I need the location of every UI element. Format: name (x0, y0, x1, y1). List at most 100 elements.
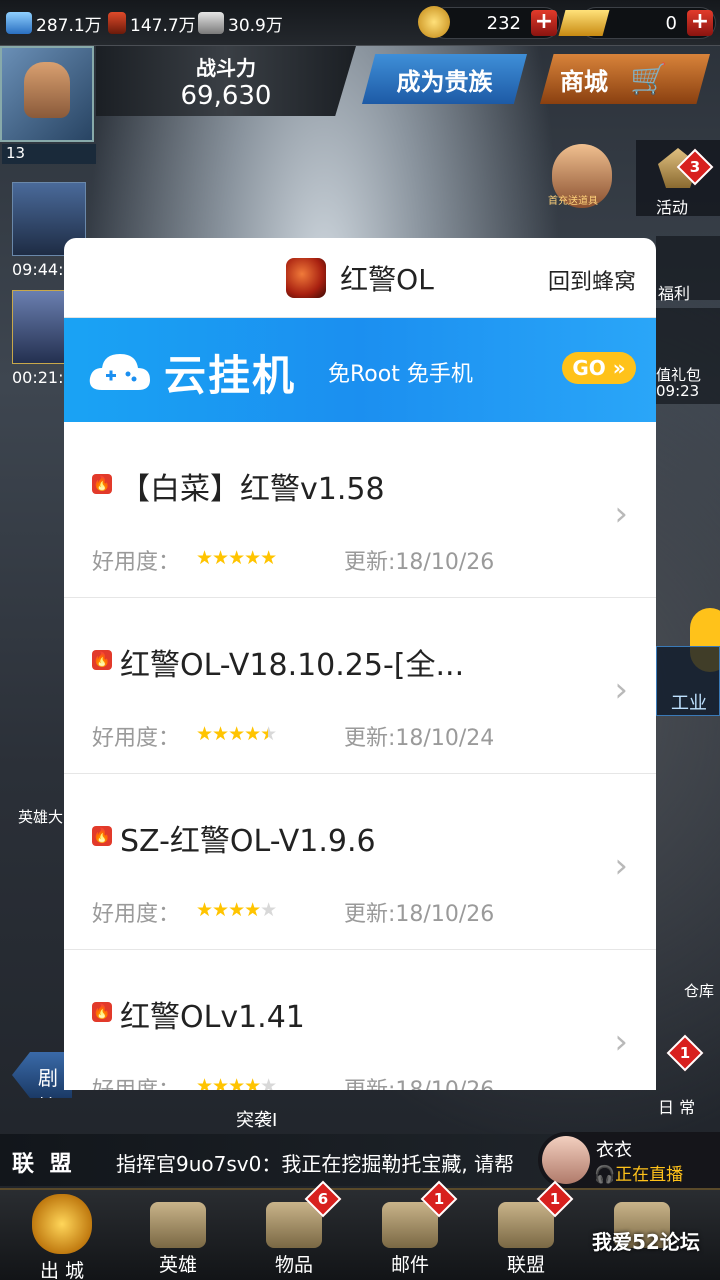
update-date: 更新:18/10/26 (344, 1072, 494, 1090)
hot-flame-icon: 🔥 (92, 650, 112, 670)
update-date: 更新:18/10/26 (344, 902, 495, 927)
become-noble-button[interactable]: 成为贵族 (362, 54, 527, 104)
back-to-hive-link[interactable]: 回到蜂窝 (548, 264, 636, 296)
level-bar: 13 (2, 144, 96, 164)
cart-icon: 🛒 (630, 61, 668, 97)
nav-item[interactable]: 联盟 1 (468, 1180, 584, 1280)
combat-power-panel: 战斗力 69,630 (96, 46, 356, 116)
steel-ingot-icon (198, 12, 224, 34)
oil-resource[interactable]: 147.7万 (108, 8, 196, 38)
rating-label: 好用度： (92, 902, 181, 927)
nav-item[interactable]: 邮件 1 (352, 1180, 468, 1280)
rating-stars: ★★★★★ (196, 547, 277, 569)
crystal-resource[interactable]: 287.1万 (6, 8, 102, 38)
live-stream-widget[interactable]: 衣衣 🎧正在直播 (538, 1132, 720, 1188)
add-gold-button[interactable]: + (687, 10, 713, 36)
cloud-hosting-banner[interactable]: 云挂机 免Root 免手机 GO » (64, 318, 656, 422)
chat-message: 指挥官9uo7sv0：我正在挖掘勒托宝藏, 请帮 (116, 1152, 515, 1176)
noble-label: 成为贵族 (396, 67, 493, 96)
script-name: 红警OLv1.41 (120, 1000, 305, 1035)
script-name: 红警OL-V18.10.25-[全... (120, 648, 465, 683)
oil-barrel-icon (108, 12, 126, 34)
chevron-right-icon: › (614, 670, 628, 710)
nav-item[interactable]: 物品 6 (236, 1180, 352, 1280)
industry-button[interactable]: 工业 (656, 646, 720, 716)
script-name: SZ-红警OL-V1.9.6 (120, 824, 376, 859)
streamer-name: 衣衣 (596, 1140, 632, 1161)
hot-flame-icon: 🔥 (92, 474, 112, 494)
hot-flame-icon: 🔥 (92, 1002, 112, 1022)
warehouse-label: 仓库 (684, 982, 715, 1000)
chevron-right-icon: › (614, 494, 628, 534)
nav-label: 出 城 (39, 1260, 85, 1280)
welfare-label: 福利 (658, 284, 691, 303)
rating-label: 好用度： (92, 726, 181, 751)
add-coins-button[interactable]: + (531, 10, 557, 36)
app-logo-icon (286, 257, 327, 298)
coin-icon (418, 6, 450, 38)
chevron-right-icon: › (614, 846, 628, 886)
shop-label: 商城 (560, 67, 608, 96)
go-button[interactable]: GO » (562, 352, 636, 384)
raid-label: 突袭I (236, 1110, 278, 1131)
nav-item[interactable]: 英雄 (120, 1190, 236, 1280)
script-picker-dialog: 红警OL 回到蜂窝 云挂机 免Root 免手机 GO » 🔥 【白菜】红警v1.5… (64, 238, 656, 1090)
rating-label: 好用度： (92, 1072, 180, 1090)
script-name: 【白菜】红警v1.58 (120, 472, 385, 507)
combat-power-value: 69,630 (180, 81, 272, 111)
rating-stars: ★★★★★ (196, 723, 277, 745)
cloud-gamepad-icon (89, 354, 150, 390)
rating-label: 好用度： (92, 550, 181, 575)
nav-icon (32, 1194, 92, 1254)
build-timer-2: 00:21: (12, 368, 64, 387)
avatar-face (24, 62, 70, 118)
live-status: 🎧正在直播 (594, 1165, 684, 1185)
steel-amount: 30.9万 (228, 15, 283, 36)
shop-button[interactable]: 商城 🛒 (540, 54, 710, 104)
nav-label: 邮件 (390, 1254, 429, 1276)
daily-badge: 1 (666, 1034, 704, 1072)
combat-power-label: 战斗力 (196, 56, 256, 80)
gift-timer: 09:23 (656, 382, 700, 400)
gold-bar-icon (558, 10, 610, 36)
player-avatar[interactable]: 13 (0, 46, 96, 164)
event-label: 活动 (656, 198, 689, 217)
script-list-item[interactable]: 🔥 【白菜】红警v1.58 好用度： ★★★★★ 更新:18/10/26 › (64, 422, 656, 598)
first-charge-label: 首充送道具 (548, 196, 598, 207)
forum-watermark: 我爱52论坛 (592, 1230, 700, 1254)
hot-flame-icon: 🔥 (92, 826, 112, 846)
script-list-item[interactable]: 🔥 SZ-红警OL-V1.9.6 好用度： ★★★★★ 更新:18/10/26 › (64, 774, 656, 950)
steel-resource[interactable]: 30.9万 (198, 8, 283, 38)
chevron-right-icon: › (614, 1022, 628, 1062)
chat-channel: 联 盟 (12, 1152, 76, 1177)
update-date: 更新:18/10/24 (344, 726, 495, 751)
script-list-item[interactable]: 🔥 红警OLv1.41 好用度： ★★★★★ 更新:18/10/26 › (64, 950, 656, 1090)
industry-label: 工业 (671, 693, 707, 714)
app-title: 红警OL (340, 262, 434, 296)
dialog-header: 红警OL 回到蜂窝 (64, 238, 656, 318)
gift-pack-button[interactable]: 值礼包 09:23 (656, 308, 720, 404)
hero-building-label: 英雄大 (18, 808, 64, 826)
nav-label: 联盟 (506, 1254, 545, 1276)
daily-button[interactable]: 日 常 1 (646, 1034, 720, 1117)
nav-icon (150, 1202, 206, 1248)
headphone-icon: 🎧 (594, 1165, 616, 1185)
crystal-amount: 287.1万 (36, 15, 102, 36)
crystal-icon (6, 12, 32, 34)
gold-amount: 0 (665, 12, 677, 34)
rating-stars: ★★★★★ (196, 1075, 277, 1090)
nav-label: 物品 (274, 1254, 313, 1276)
update-date: 更新:18/10/26 (344, 550, 495, 575)
banner-subtitle: 免Root 免手机 (328, 362, 473, 387)
event-button[interactable]: 活动 3 (636, 140, 720, 217)
rating-stars: ★★★★★ (196, 899, 277, 921)
player-level: 13 (6, 144, 26, 162)
script-list-item[interactable]: 🔥 红警OL-V18.10.25-[全... 好用度： ★★★★★ 更新:18/10/2… (64, 598, 656, 774)
banner-title: 云挂机 (164, 351, 297, 400)
story-button[interactable]: 剧情 (12, 1052, 72, 1098)
build-timer-1: 09:44: (12, 260, 64, 279)
daily-label: 日 常 (658, 1098, 696, 1117)
nav-item[interactable]: 出 城 (4, 1190, 120, 1280)
streamer-avatar (542, 1136, 590, 1184)
welfare-button[interactable]: 福利 (656, 236, 720, 303)
